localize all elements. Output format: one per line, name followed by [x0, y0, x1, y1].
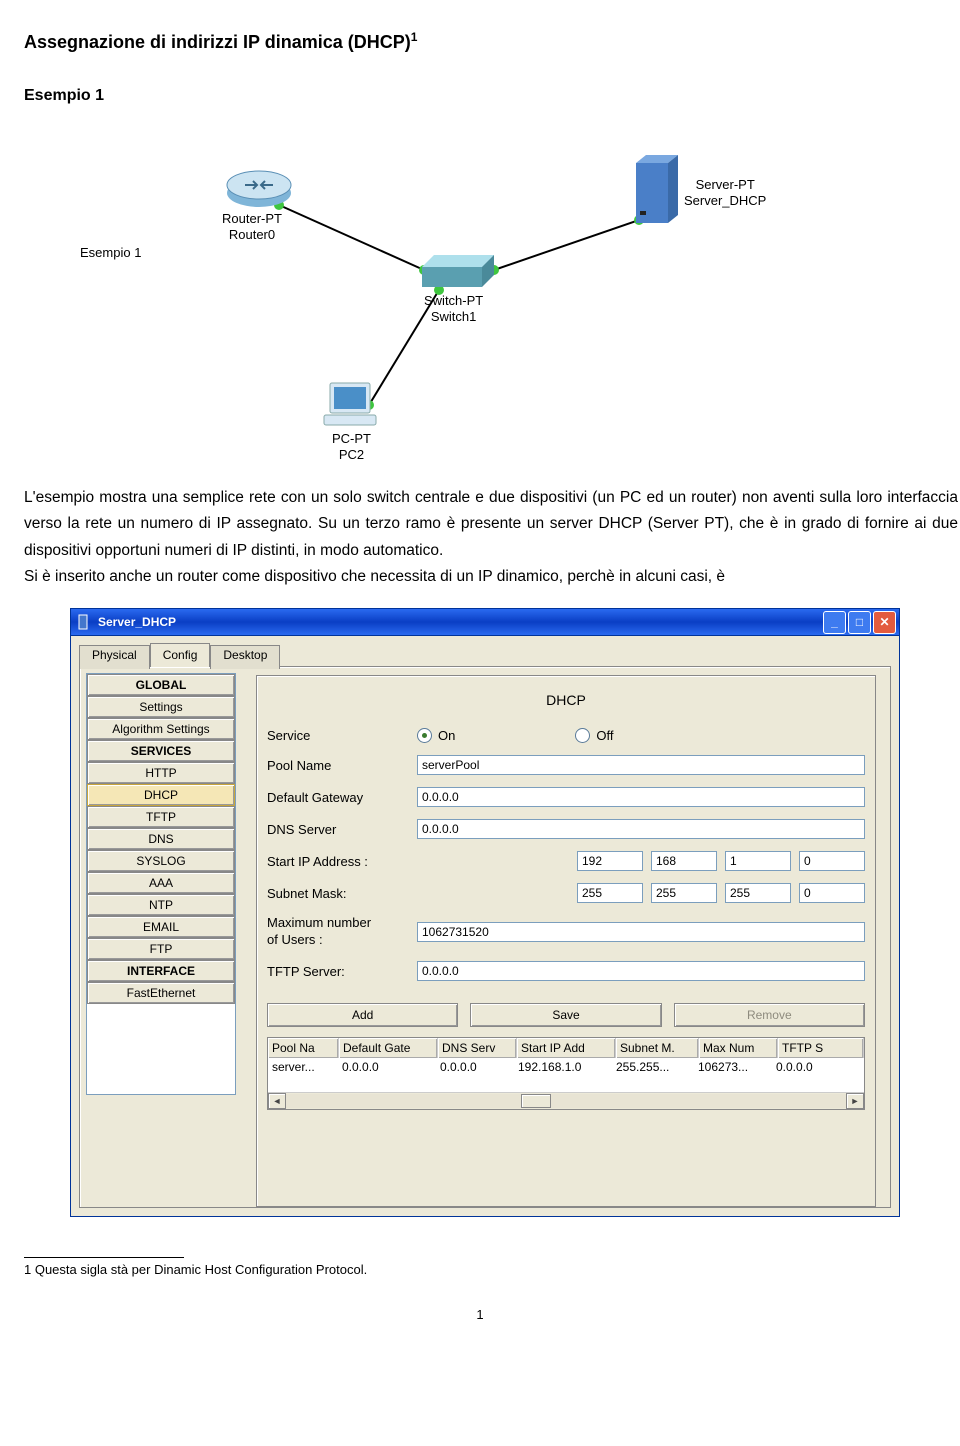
col-startip[interactable]: Start IP Add [517, 1038, 616, 1058]
nav-aaa[interactable]: AAA [87, 872, 235, 894]
subtitle: Esempio 1 [0, 87, 960, 105]
table-row[interactable]: server... 0.0.0.0 0.0.0.0 192.168.1.0 25… [268, 1058, 864, 1076]
service-off-radio[interactable]: Off [575, 728, 613, 743]
pc-label: PC-PTPC2 [332, 431, 371, 462]
window-title: Server_DHCP [98, 615, 176, 629]
footnote-separator [24, 1257, 184, 1258]
nav-services[interactable]: SERVICES [87, 740, 235, 762]
paragraph-1: L'esempio mostra una semplice rete con u… [0, 485, 960, 564]
nav-email[interactable]: EMAIL [87, 916, 235, 938]
app-icon [77, 614, 93, 630]
col-tftp[interactable]: TFTP S [778, 1038, 864, 1058]
nav-http[interactable]: HTTP [87, 762, 235, 784]
subnet-3[interactable] [725, 883, 791, 903]
scroll-thumb[interactable] [521, 1094, 551, 1108]
nav-settings[interactable]: Settings [87, 696, 235, 718]
titlebar[interactable]: Server_DHCP _ □ ✕ [71, 609, 899, 636]
nav-global[interactable]: GLOBAL [87, 674, 235, 696]
dns-label: DNS Server [267, 822, 417, 837]
col-gateway[interactable]: Default Gate [339, 1038, 438, 1058]
minimize-button[interactable]: _ [823, 611, 846, 634]
tab-desktop[interactable]: Desktop [210, 645, 280, 669]
col-dns[interactable]: DNS Serv [438, 1038, 517, 1058]
poolname-input[interactable] [417, 755, 865, 775]
nav-dns[interactable]: DNS [87, 828, 235, 850]
horizontal-scrollbar[interactable]: ◄ ► [268, 1092, 864, 1109]
startip-label: Start IP Address : [267, 854, 577, 869]
gateway-input[interactable] [417, 787, 865, 807]
nav-fastethernet[interactable]: FastEthernet [87, 982, 235, 1004]
startip-2[interactable] [651, 851, 717, 871]
tab-config[interactable]: Config [150, 643, 211, 667]
footnote: 1 Questa sigla stà per Dinamic Host Conf… [0, 1262, 960, 1277]
subnet-label: Subnet Mask: [267, 886, 577, 901]
nav-algorithm-settings[interactable]: Algorithm Settings [87, 718, 235, 740]
tab-physical[interactable]: Physical [79, 645, 150, 669]
startip-1[interactable] [577, 851, 643, 871]
tftp-label: TFTP Server: [267, 964, 417, 979]
left-nav: GLOBAL Settings Algorithm Settings SERVI… [80, 667, 242, 1207]
page-number: 1 [0, 1307, 960, 1322]
remove-button[interactable]: Remove [674, 1003, 865, 1027]
subnet-2[interactable] [651, 883, 717, 903]
network-diagram: Esempio 1 Router-PTRouter0 Switch-PTSwit… [24, 115, 936, 485]
add-button[interactable]: Add [267, 1003, 458, 1027]
pool-table: Pool Na Default Gate DNS Serv Start IP A… [267, 1037, 865, 1110]
save-button[interactable]: Save [470, 1003, 661, 1027]
nav-syslog[interactable]: SYSLOG [87, 850, 235, 872]
service-label: Service [267, 728, 417, 743]
col-subnet[interactable]: Subnet M. [616, 1038, 699, 1058]
service-on-radio[interactable]: On [417, 728, 455, 743]
gateway-label: Default Gateway [267, 790, 417, 805]
server-label: Server-PTServer_DHCP [684, 177, 766, 208]
subnet-4[interactable] [799, 883, 865, 903]
panel-title: DHCP [267, 676, 865, 728]
nav-ntp[interactable]: NTP [87, 894, 235, 916]
page-title: Assegnazione di indirizzi IP dinamica (D… [0, 30, 960, 53]
nav-tftp[interactable]: TFTP [87, 806, 235, 828]
tabs: Physical Config Desktop [71, 636, 899, 666]
subnet-1[interactable] [577, 883, 643, 903]
col-poolname[interactable]: Pool Na [268, 1038, 339, 1058]
paragraph-2: Si è inserito anche un router come dispo… [0, 564, 960, 590]
nav-interface[interactable]: INTERFACE [87, 960, 235, 982]
server-dhcp-window: Server_DHCP _ □ ✕ Physical Config Deskto… [70, 608, 900, 1217]
nav-dhcp[interactable]: DHCP [87, 784, 235, 806]
scroll-right-icon[interactable]: ► [846, 1093, 864, 1109]
tftp-input[interactable] [417, 961, 865, 981]
poolname-label: Pool Name [267, 758, 417, 773]
diagram-label-esempio: Esempio 1 [80, 245, 141, 261]
col-maxnum[interactable]: Max Num [699, 1038, 778, 1058]
router-label: Router-PTRouter0 [222, 211, 282, 242]
maxusers-input[interactable] [417, 922, 865, 942]
maxusers-label: Maximum number of Users : [267, 915, 377, 949]
maximize-button[interactable]: □ [848, 611, 871, 634]
switch-label: Switch-PTSwitch1 [424, 293, 483, 324]
dns-input[interactable] [417, 819, 865, 839]
nav-ftp[interactable]: FTP [87, 938, 235, 960]
scroll-left-icon[interactable]: ◄ [268, 1093, 286, 1109]
close-button[interactable]: ✕ [873, 611, 896, 634]
startip-3[interactable] [725, 851, 791, 871]
startip-4[interactable] [799, 851, 865, 871]
